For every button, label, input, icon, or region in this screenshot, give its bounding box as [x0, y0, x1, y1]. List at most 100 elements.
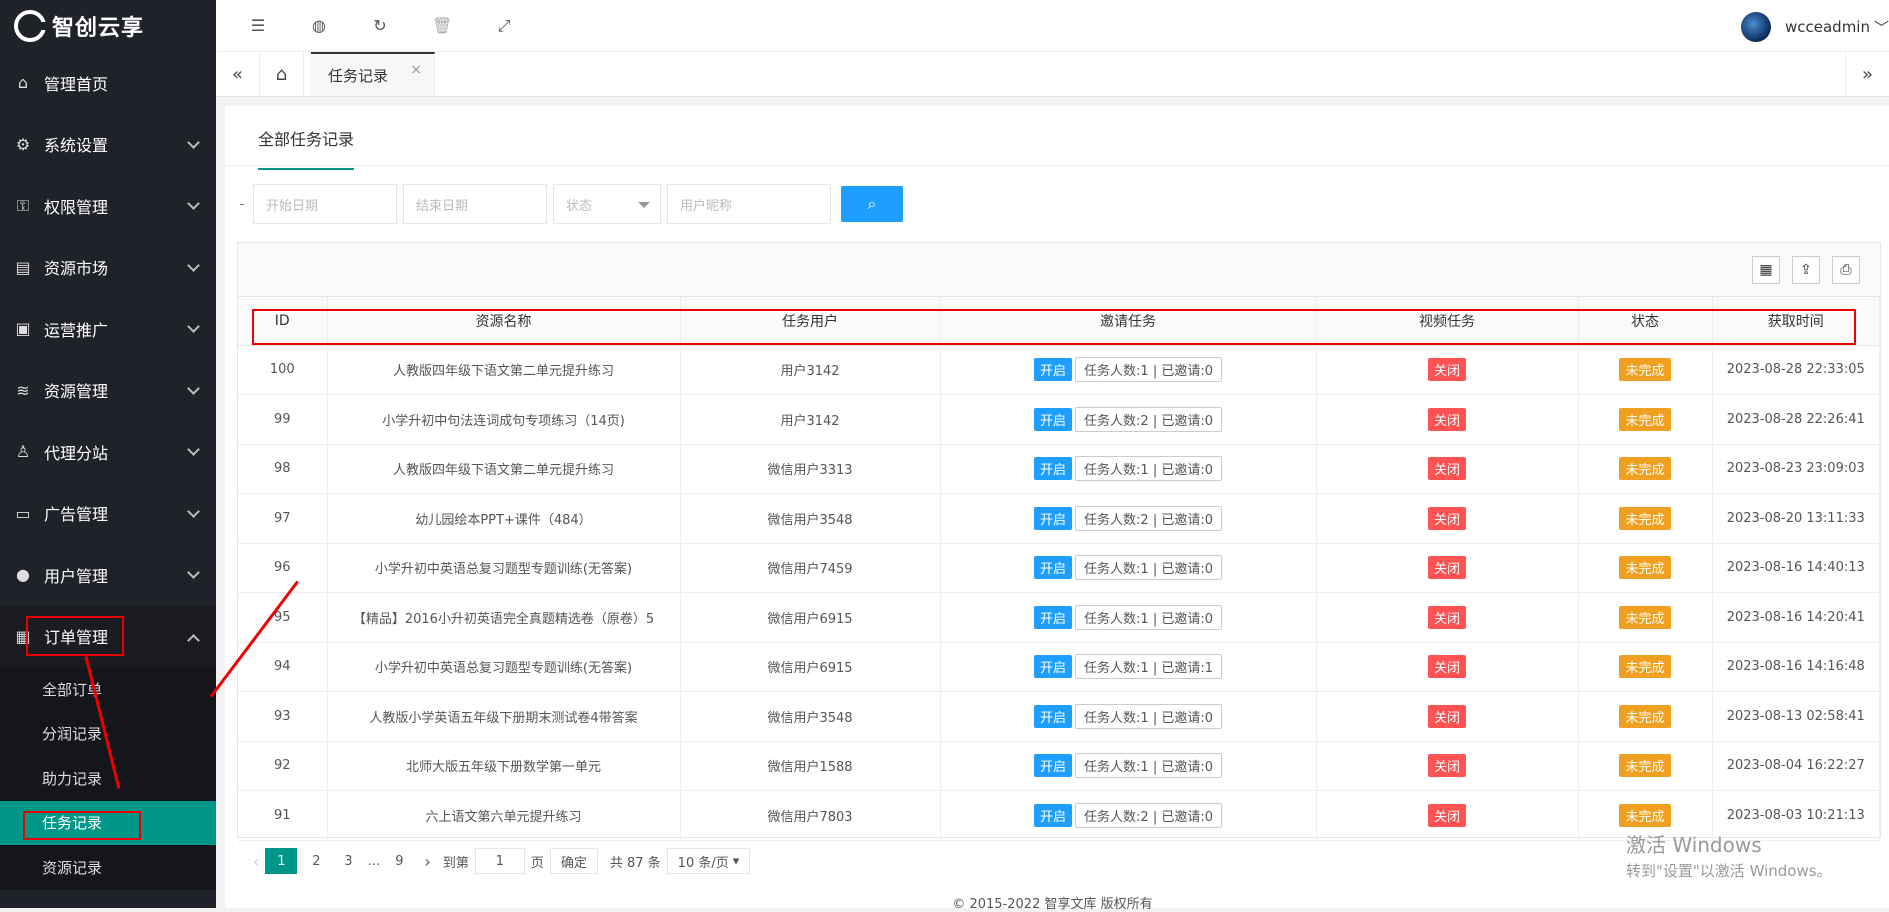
invite-on-badge[interactable]: 开启 — [1034, 655, 1073, 679]
table-row[interactable]: 95 【精品】2016小升初英语完全真题精选卷（原卷）5 微信用户6915 开启 任务人… — [238, 592, 1880, 643]
tab-all-task-records[interactable]: 全部任务记录 — [258, 126, 355, 170]
video-off-badge[interactable]: 关闭 — [1427, 457, 1466, 481]
table-row[interactable]: 97 幼儿园绘本PPT+课件（484） 微信用户3548 开启 任务人数:2 | 已邀请… — [238, 493, 1880, 544]
table-row[interactable]: 100 人教版四年级下语文第二单元提升练习 用户3142 开启 任务人数:1 | 已邀请… — [238, 345, 1880, 395]
next-page-icon[interactable]: › — [424, 852, 430, 871]
page-jump-input[interactable]: 1 — [474, 848, 525, 874]
invite-on-badge[interactable]: 开启 — [1034, 407, 1073, 431]
trash-icon[interactable]: 🗑 — [432, 16, 452, 36]
invite-on-badge[interactable]: 开启 — [1034, 506, 1073, 530]
sidebar-item-permission[interactable]: ⚿ 权限管理 — [0, 175, 216, 237]
sidebar-item-system[interactable]: ⚙ 系统设置 — [0, 114, 216, 176]
refresh-icon[interactable]: ↻ — [370, 16, 390, 36]
page-unit-label: 页 — [530, 855, 544, 871]
invite-on-badge[interactable]: 开启 — [1034, 754, 1073, 778]
sidebar-sub-resource-records[interactable]: 资源记录 — [0, 845, 216, 890]
cell-task-user: 微信用户6915 — [680, 592, 941, 643]
fullscreen-icon[interactable]: ⤢ — [494, 16, 514, 36]
cell-video-task: 关闭 — [1316, 345, 1579, 395]
status-select[interactable]: 状态 — [553, 184, 661, 224]
tabs-scroll-left-icon[interactable]: « — [216, 52, 260, 96]
column-header[interactable]: 邀请任务 — [940, 297, 1317, 346]
video-off-badge[interactable]: 关闭 — [1427, 556, 1466, 580]
video-off-badge[interactable]: 关闭 — [1427, 358, 1466, 382]
total-count: 共 87 条 — [609, 855, 661, 871]
cell-id: 97 — [238, 493, 328, 544]
sidebar-item-orders[interactable]: ▦ 订单管理 — [0, 605, 216, 667]
page-size-select[interactable]: 10 条/页 ▾ — [666, 848, 751, 874]
sidebar-item-home[interactable]: ⌂ 管理首页 — [0, 52, 216, 114]
video-off-badge[interactable]: 关闭 — [1427, 803, 1466, 827]
video-off-badge[interactable]: 关闭 — [1427, 506, 1466, 530]
column-header[interactable]: 状态 — [1578, 297, 1713, 346]
cell-task-user: 微信用户6915 — [680, 642, 941, 692]
tabs-scroll-right-icon[interactable]: » — [1845, 52, 1889, 96]
sidebar-item-resources[interactable]: ≋ 资源管理 — [0, 360, 216, 422]
invite-progress: 任务人数:1 | 已邀请:0 — [1075, 555, 1222, 581]
table-row[interactable]: 92 北师大版五年级下册数学第一单元 微信用户1588 开启 任务人数:1 | 已邀请:… — [238, 741, 1880, 791]
column-header[interactable]: ID — [238, 297, 328, 346]
status-badge: 未完成 — [1619, 358, 1671, 382]
nickname-input[interactable]: 用户昵称 — [667, 184, 831, 224]
video-off-badge[interactable]: 关闭 — [1427, 605, 1466, 629]
prev-page-icon[interactable]: ‹ — [253, 852, 259, 871]
cell-task-user: 微信用户1588 — [680, 741, 941, 791]
export-icon[interactable]: ⇪ — [1792, 256, 1820, 284]
user-menu[interactable]: wcceadmin ﹀ — [1740, 12, 1889, 42]
search-button[interactable]: ⌕ — [841, 186, 903, 222]
table-row[interactable]: 94 小学升初中英语总复习题型专题训练(无答案) 微信用户6915 开启 任务人数:1 … — [238, 642, 1880, 692]
logo-text: 智创云享 — [52, 16, 145, 41]
cell-video-task: 关闭 — [1316, 493, 1579, 544]
invite-on-badge[interactable]: 开启 — [1034, 556, 1073, 580]
sidebar-sub-task-records[interactable]: 任务记录 — [0, 800, 216, 845]
table-row[interactable]: 98 人教版四年级下语文第二单元提升练习 微信用户3313 开启 任务人数:1 | 已邀… — [238, 444, 1880, 494]
globe-icon[interactable]: ◍ — [309, 16, 329, 36]
cell-status: 未完成 — [1578, 493, 1713, 544]
video-off-badge[interactable]: 关闭 — [1427, 754, 1466, 778]
page-button[interactable]: 9 — [386, 848, 412, 874]
cell-resource-name: 小学升初中句法连词成句专项练习（14页) — [327, 394, 681, 445]
goto-label: 到第 — [442, 855, 469, 871]
close-icon[interactable]: × — [410, 62, 422, 78]
invite-on-badge[interactable]: 开启 — [1034, 803, 1073, 827]
sidebar-item-ads[interactable]: ▭ 广告管理 — [0, 483, 216, 545]
video-off-badge[interactable]: 关闭 — [1427, 704, 1466, 728]
table-row[interactable]: 96 小学升初中英语总复习题型专题训练(无答案) 微信用户7459 开启 任务人数:1 … — [238, 543, 1880, 593]
column-header[interactable]: 资源名称 — [327, 297, 681, 346]
cell-task-user: 微信用户7459 — [680, 543, 941, 593]
home-tab-icon[interactable]: ⌂ — [260, 52, 304, 96]
sidebar-sub-all-orders[interactable]: 全部订单 — [0, 667, 216, 712]
agent-icon: ♙ — [15, 442, 31, 462]
invite-on-badge[interactable]: 开启 — [1034, 358, 1073, 382]
card-header: 全部任务记录 — [225, 106, 1889, 170]
tab-task-records[interactable]: 任务记录 × — [311, 52, 435, 96]
start-date-input[interactable]: 开始日期 — [253, 184, 397, 224]
logo[interactable]: 智创云享 — [0, 0, 216, 52]
invite-on-badge[interactable]: 开启 — [1034, 704, 1073, 728]
column-header[interactable]: 获取时间 — [1712, 297, 1880, 346]
invite-on-badge[interactable]: 开启 — [1034, 605, 1073, 629]
sidebar-item-agent[interactable]: ♙ 代理分站 — [0, 421, 216, 483]
page-button[interactable]: 3 — [335, 848, 361, 874]
video-off-badge[interactable]: 关闭 — [1427, 655, 1466, 679]
sidebar-item-users[interactable]: ● 用户管理 — [0, 544, 216, 606]
sidebar-item-promotion[interactable]: ▣ 运营推广 — [0, 298, 216, 360]
page-button[interactable]: 1 — [265, 848, 298, 874]
table-header-row: ID 资源名称 任务用户 邀请任务 视频任务 状态 获取时间 — [238, 297, 1880, 346]
cell-task-user: 微信用户3548 — [680, 691, 941, 742]
table-row[interactable]: 93 人教版小学英语五年级下册期末测试卷4带答案 微信用户3548 开启 任务人数:1 … — [238, 691, 1880, 742]
column-header[interactable]: 视频任务 — [1316, 297, 1579, 346]
sidebar-sub-assist-records[interactable]: 助力记录 — [0, 756, 216, 801]
end-date-input[interactable]: 结束日期 — [403, 184, 547, 224]
print-icon[interactable]: ⎙ — [1832, 256, 1860, 284]
menu-collapse-icon[interactable]: ☰ — [248, 16, 268, 36]
page-button[interactable]: 2 — [303, 848, 329, 874]
table-row[interactable]: 99 小学升初中句法连词成句专项练习（14页) 用户3142 开启 任务人数:2 | 已… — [238, 394, 1880, 445]
sidebar-item-market[interactable]: ▤ 资源市场 — [0, 237, 216, 299]
columns-icon[interactable]: ▦ — [1752, 256, 1780, 284]
video-off-badge[interactable]: 关闭 — [1427, 407, 1466, 431]
column-header[interactable]: 任务用户 — [680, 297, 941, 346]
invite-on-badge[interactable]: 开启 — [1034, 457, 1073, 481]
home-icon: ⌂ — [17, 73, 29, 93]
confirm-button[interactable]: 确定 — [549, 848, 598, 874]
